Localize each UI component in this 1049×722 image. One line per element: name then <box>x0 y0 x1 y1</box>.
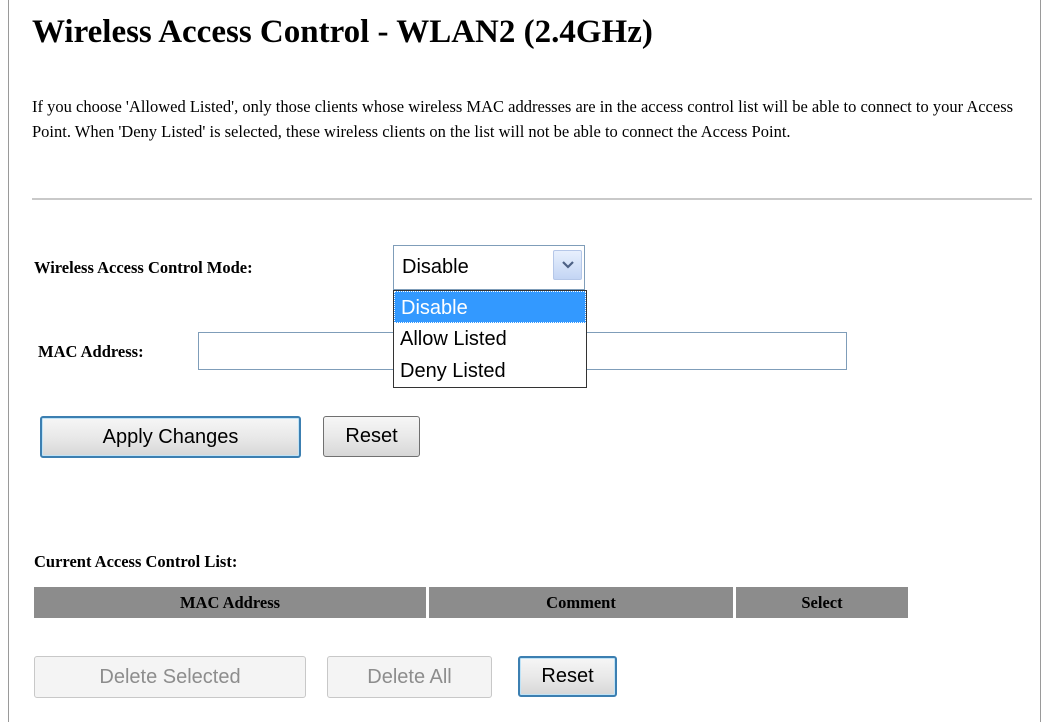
apply-changes-button[interactable]: Apply Changes <box>40 416 301 458</box>
frame-right-border <box>1040 0 1041 722</box>
access-control-mode-value: Disable <box>402 256 469 278</box>
page-title: Wireless Access Control - WLAN2 (2.4GHz) <box>32 14 653 50</box>
section-divider <box>32 198 1032 200</box>
list-reset-button[interactable]: Reset <box>518 656 617 697</box>
dropdown-option-deny-listed[interactable]: Deny Listed <box>394 355 586 387</box>
column-header-select: Select <box>736 587 908 618</box>
reset-button[interactable]: Reset <box>323 416 420 457</box>
delete-selected-button[interactable]: Delete Selected <box>34 656 306 698</box>
access-control-mode-label: Wireless Access Control Mode: <box>34 258 253 277</box>
column-header-comment: Comment <box>429 587 733 618</box>
access-control-mode-dropdown: Disable Allow Listed Deny Listed <box>393 290 587 388</box>
frame-left-border <box>8 0 9 722</box>
dropdown-option-allow-listed[interactable]: Allow Listed <box>394 323 586 355</box>
dropdown-option-disable[interactable]: Disable <box>394 291 586 323</box>
access-control-mode-select[interactable]: Disable <box>393 245 585 290</box>
mac-address-label: MAC Address: <box>38 342 144 361</box>
access-control-list-heading: Current Access Control List: <box>34 552 238 571</box>
column-header-mac-address: MAC Address <box>34 587 426 618</box>
chevron-down-icon[interactable] <box>553 250 582 280</box>
page-description: If you choose 'Allowed Listed', only tho… <box>32 97 1014 141</box>
delete-all-button[interactable]: Delete All <box>327 656 492 698</box>
